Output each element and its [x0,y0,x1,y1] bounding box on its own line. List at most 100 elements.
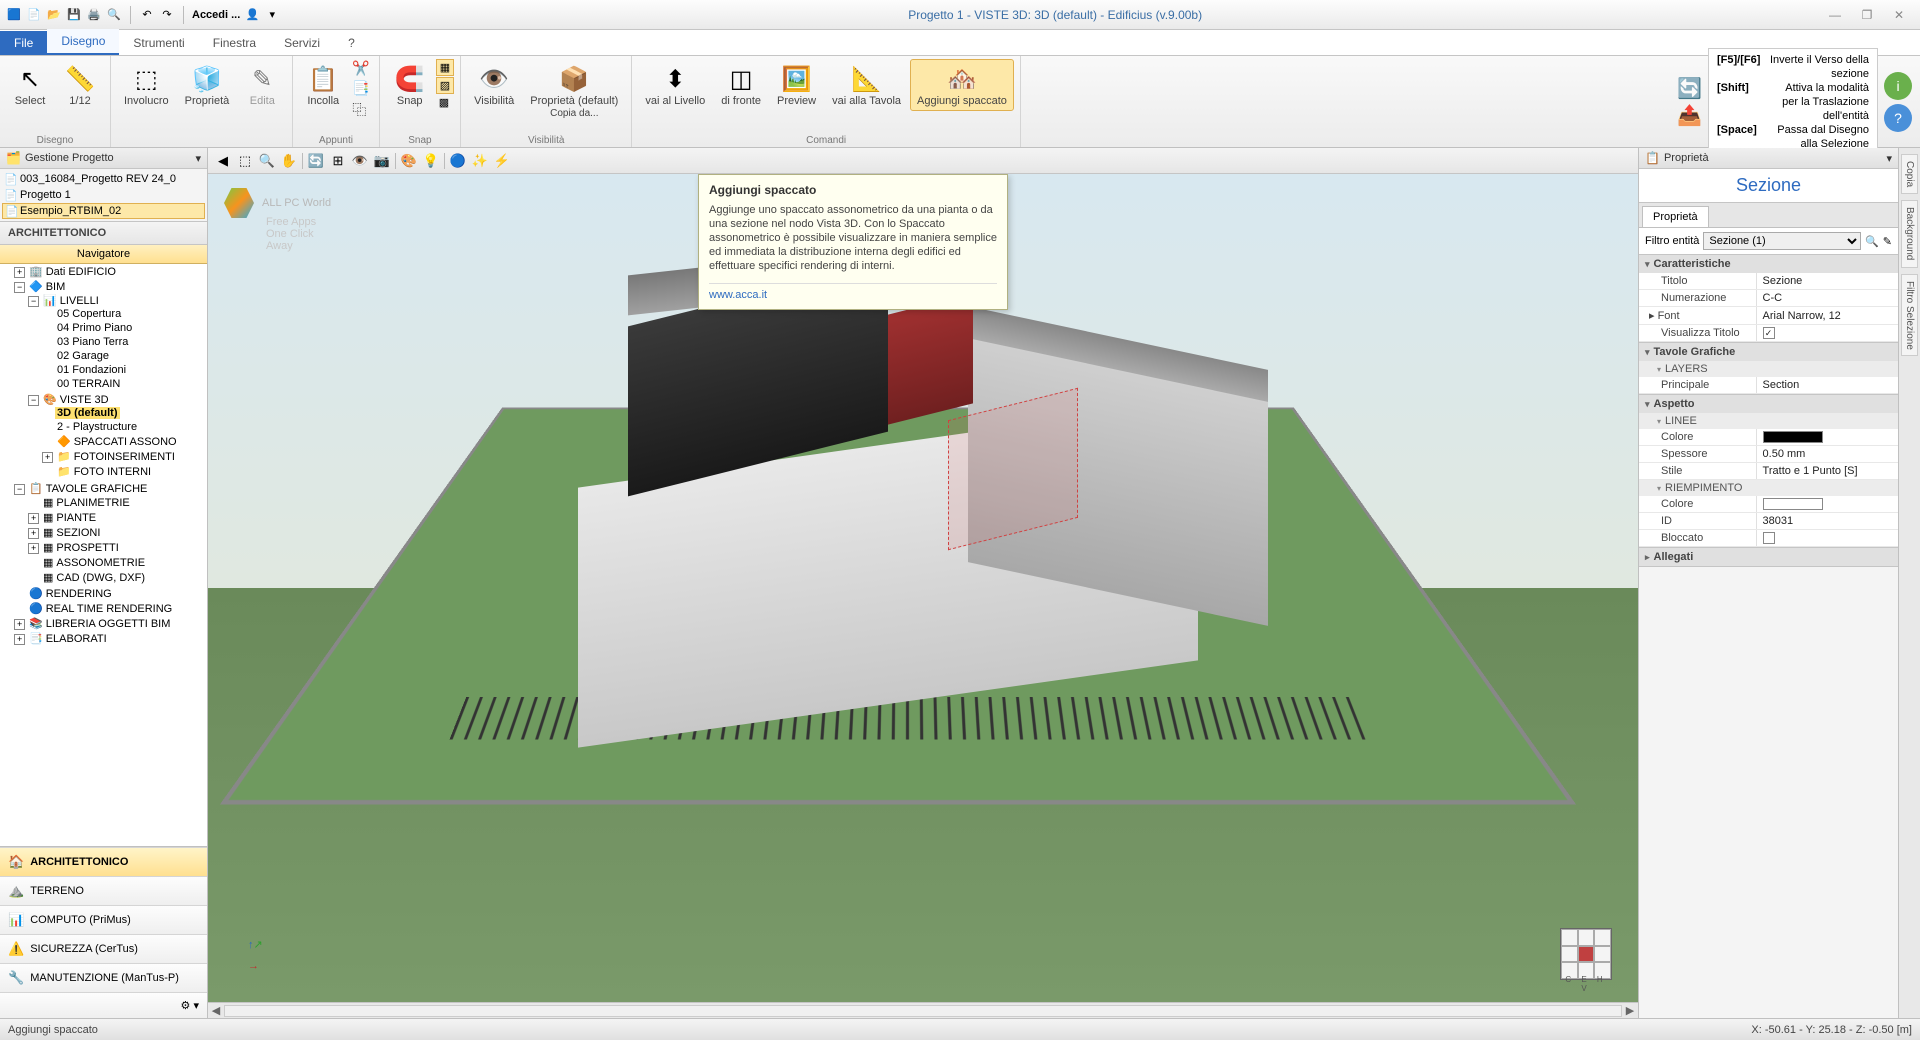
scroll-left-icon[interactable]: ◀ [208,1004,224,1017]
tree-item[interactable]: +▦ PIANTE [28,510,207,525]
tree-item[interactable]: 🔶 SPACCATI ASSONO [42,434,207,449]
sec-tavole[interactable]: Tavole Grafiche [1639,343,1898,361]
navigator-tree[interactable]: +🏢 Dati EDIFICIO −🔷 BIM −📊 LIVELLI 05 Co… [0,264,207,846]
snap-button[interactable]: 🧲Snap [386,59,434,111]
involucro-button[interactable]: ⬚Involucro [117,59,176,111]
tree-item[interactable]: 🔵 REAL TIME RENDERING [14,601,207,616]
app-icon[interactable]: 🟦 [6,7,22,23]
filter-select[interactable]: Sezione (1) [1703,232,1861,250]
cat-more[interactable]: ⚙ ▾ [0,992,207,1018]
tree-item[interactable]: +📑 ELABORATI [14,631,207,646]
redo-icon[interactable]: ↷ [159,7,175,23]
cat-manutenzione[interactable]: 🔧MANUTENZIONE (ManTus-P) [0,963,207,992]
prop-default-button[interactable]: 📦Proprietà (default)Copia da... [523,59,625,124]
collapse-icon[interactable]: − [28,395,39,406]
tree-item[interactable]: 02 Garage [42,349,207,363]
checkbox-icon[interactable] [1763,532,1775,544]
aggiungi-spaccato-button[interactable]: 🏘️Aggiungi spaccato [910,59,1014,111]
side-tab-copia[interactable]: Copia [1901,154,1918,194]
cat-architettonico[interactable]: 🏠ARCHITETTONICO [0,847,207,876]
vp-tool-1[interactable]: ◀ [214,152,232,170]
filter-btn2[interactable]: ✎ [1883,235,1892,248]
tree-item[interactable]: 📁 FOTO INTERNI [42,464,207,479]
cat-computo[interactable]: 📊COMPUTO (PriMus) [0,905,207,934]
tab-proprieta[interactable]: Proprietà [1642,206,1709,227]
save-icon[interactable]: 💾 [66,7,82,23]
scale-button[interactable]: 📏1/12 [56,59,104,111]
axis-gizmo[interactable]: ↑↗→ [248,932,263,974]
vai-livello-button[interactable]: ⬍vai al Livello [638,59,712,111]
prop-principale[interactable]: Section [1756,377,1898,393]
prop-numerazione[interactable]: C-C [1756,290,1898,306]
select-button[interactable]: ↖Select [6,59,54,111]
prop-vis-titolo[interactable]: ✓ [1756,325,1898,341]
minimize-icon[interactable]: — [1824,4,1846,26]
vp-tool-3[interactable]: 🔍 [258,152,276,170]
tree-item[interactable]: ▦ PLANIMETRIE [28,495,207,510]
horizontal-scrollbar[interactable]: ◀ ▶ [208,1002,1638,1018]
tree-item[interactable]: +📁 FOTOINSERIMENTI [42,449,207,464]
collapse-icon[interactable]: − [28,296,39,307]
snap-opt1[interactable]: ▦ [436,59,454,76]
prop-font[interactable]: Arial Narrow, 12 [1756,307,1898,324]
prop-stile[interactable]: Tratto e 1 Punto [S] [1756,463,1898,479]
vp-tool-10[interactable]: 💡 [422,152,440,170]
info-icon[interactable]: i [1884,72,1912,100]
cat-terreno[interactable]: ⛰️TERRENO [0,876,207,905]
vp-tool-8[interactable]: 📷 [373,152,391,170]
checkbox-icon[interactable]: ✓ [1763,327,1775,339]
vp-tool-12[interactable]: ✨ [471,152,489,170]
swap-icon[interactable]: 🔄 [1677,76,1702,101]
tab-strumenti[interactable]: Strumenti [119,31,198,55]
preview-icon[interactable]: 🔍 [106,7,122,23]
cut-button[interactable]: ✂️ [349,59,372,78]
export-icon[interactable]: 📤 [1677,103,1702,128]
visibilita-button[interactable]: 👁️Visibilità [467,59,521,124]
tree-item[interactable]: +📚 LIBRERIA OGGETTI BIM [14,616,207,631]
vp-tool-13[interactable]: ⚡ [493,152,511,170]
undo-icon[interactable]: ↶ [139,7,155,23]
tree-item[interactable]: 03 Piano Terra [42,335,207,349]
prop-colore-linee[interactable] [1756,429,1898,445]
sec-caratteristiche[interactable]: Caratteristiche [1639,255,1898,273]
snap-opt3[interactable]: ▩ [436,95,454,110]
sub-riempimento[interactable]: RIEMPIMENTO [1639,480,1898,496]
tree-item[interactable]: 04 Primo Piano [42,321,207,335]
tree-item[interactable]: 05 Copertura [42,307,207,321]
vp-tool-4[interactable]: ✋ [280,152,298,170]
vp-tool-9[interactable]: 🎨 [400,152,418,170]
collapse-icon[interactable]: − [14,282,25,293]
expand-icon[interactable]: + [14,267,25,278]
properties-header[interactable]: 📋Proprietà▾ [1639,148,1898,169]
sec-aspetto[interactable]: Aspetto [1639,395,1898,413]
vai-tavola-button[interactable]: 📐vai alla Tavola [825,59,908,111]
user-icon[interactable]: 👤 [244,7,260,23]
tree-item[interactable]: +▦ PROSPETTI [28,540,207,555]
view-cube[interactable]: C E H V [1560,928,1612,980]
copy-button[interactable]: 📑 [349,79,372,98]
clone-button[interactable]: ⿻ [349,99,372,121]
building-model[interactable] [518,294,1278,774]
proprieta-button[interactable]: 🧊Proprietà [178,59,237,111]
prop-titolo[interactable]: Sezione [1756,273,1898,289]
edita-button[interactable]: ✎Edita [238,59,286,111]
project-item-selected[interactable]: Esempio_RTBIM_02 [2,203,205,219]
tree-item[interactable]: 00 TERRAIN [42,377,207,391]
tree-item[interactable]: 🔵 RENDERING [14,586,207,601]
close-icon[interactable]: ✕ [1888,4,1910,26]
tab-help[interactable]: ? [334,31,369,55]
login-link[interactable]: Accedi ... [192,9,240,21]
tooltip-link[interactable]: www.acca.it [709,283,997,301]
print-icon[interactable]: 🖨️ [86,7,102,23]
side-tab-filtro[interactable]: Filtro Selezione [1901,274,1918,357]
vp-tool-7[interactable]: 👁️ [351,152,369,170]
new-icon[interactable]: 📄 [26,7,42,23]
gestione-header[interactable]: 🗂️Gestione Progetto▾ [0,148,207,169]
color-swatch[interactable] [1763,431,1823,443]
tree-item[interactable]: +▦ SEZIONI [28,525,207,540]
di-fronte-button[interactable]: ◫di fronte [714,59,768,111]
sub-linee[interactable]: LINEE [1639,413,1898,429]
incolla-button[interactable]: 📋Incolla [299,59,347,121]
maximize-icon[interactable]: ❐ [1856,4,1878,26]
file-tab[interactable]: File [0,31,47,55]
